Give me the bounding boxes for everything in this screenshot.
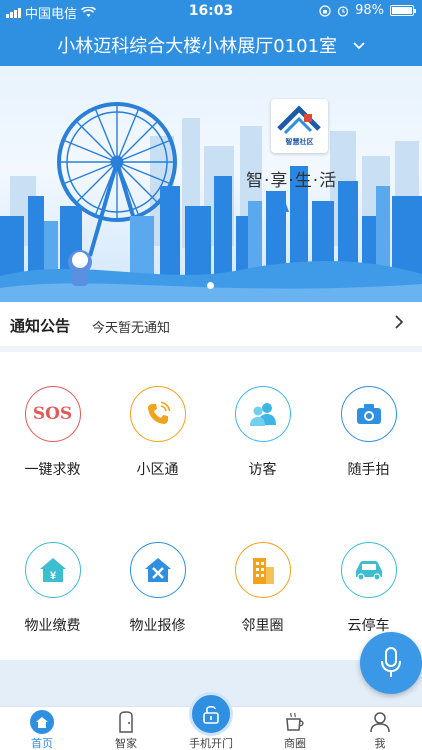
alarm-icon bbox=[337, 5, 349, 17]
notice-bar[interactable]: 通知公告 今天暂无通知 bbox=[0, 302, 422, 346]
home-icon bbox=[30, 710, 54, 734]
promo-banner[interactable]: 智慧社区 智·享·生·活 bbox=[0, 66, 422, 302]
service-community-call[interactable]: 小区通 bbox=[105, 386, 210, 479]
user-icon bbox=[370, 712, 390, 733]
notice-text: 今天暂无通知 bbox=[92, 321, 171, 336]
tab-smart-home[interactable]: 智家 bbox=[84, 709, 168, 750]
service-label: 小区通 bbox=[136, 462, 179, 478]
notice-label: 通知公告 bbox=[10, 317, 71, 335]
house-logo-icon bbox=[277, 105, 321, 135]
community-name: 小林迈科综合大楼小林展厅0101室 bbox=[57, 36, 338, 57]
phone-call-icon bbox=[129, 386, 186, 442]
chevron-right-icon bbox=[394, 314, 404, 334]
microphone-icon bbox=[381, 647, 401, 677]
door-icon bbox=[119, 711, 133, 733]
buildings-icon bbox=[234, 542, 291, 598]
tab-label: 商圈 bbox=[284, 737, 306, 750]
tab-label: 手机开门 bbox=[189, 737, 233, 750]
rotation-lock-icon bbox=[319, 4, 331, 17]
service-label: 物业报修 bbox=[129, 618, 186, 634]
service-label: 邻里圈 bbox=[241, 618, 284, 634]
service-label: 一键求救 bbox=[24, 462, 81, 478]
status-bar: 中国电信 16:03 98% bbox=[0, 0, 422, 22]
open-door-button[interactable] bbox=[189, 692, 233, 736]
service-repair[interactable]: 物业报修 bbox=[105, 542, 210, 635]
service-visitors[interactable]: 访客 bbox=[210, 386, 315, 479]
sos-icon: SOS bbox=[24, 386, 81, 442]
service-snapshot[interactable]: 随手拍 bbox=[316, 386, 421, 479]
service-neighbors[interactable]: 邻里圈 bbox=[210, 542, 315, 635]
battery-icon bbox=[390, 5, 416, 16]
camera-icon bbox=[340, 386, 397, 442]
svg-text:¥: ¥ bbox=[49, 570, 56, 582]
service-grid: SOS 一键求救 小区通 访客 随手拍 ¥ 物业缴费 物业报修 邻里圈 云停车 bbox=[0, 352, 422, 660]
service-label: 物业缴费 bbox=[24, 618, 81, 634]
carousel-indicator[interactable] bbox=[207, 282, 214, 289]
tab-home[interactable]: 首页 bbox=[0, 709, 84, 750]
tab-me[interactable]: 我 bbox=[338, 709, 422, 750]
tab-label: 智家 bbox=[115, 737, 137, 750]
banner-slogan: 智·享·生·活 bbox=[246, 171, 338, 191]
service-label: 云停车 bbox=[347, 618, 390, 634]
top-bar: 中国电信 16:03 98% 小林迈科综合大楼小林展厅0101室 bbox=[0, 0, 422, 66]
coffee-cup-icon bbox=[286, 712, 304, 731]
service-property-fee[interactable]: ¥ 物业缴费 bbox=[0, 542, 105, 635]
city-skyline-illustration bbox=[0, 102, 422, 302]
community-logo: 智慧社区 bbox=[271, 99, 328, 153]
battery-percent: 98% bbox=[355, 3, 384, 18]
chevron-down-icon bbox=[353, 38, 365, 54]
service-sos[interactable]: SOS 一键求救 bbox=[0, 386, 105, 479]
visitors-icon bbox=[234, 386, 291, 442]
tab-label: 首页 bbox=[31, 737, 53, 750]
unlock-icon bbox=[203, 705, 219, 724]
logo-text: 智慧社区 bbox=[285, 138, 314, 146]
service-label: 访客 bbox=[248, 462, 277, 478]
service-cloud-parking[interactable]: 云停车 bbox=[316, 542, 421, 635]
service-label: 随手拍 bbox=[347, 462, 390, 478]
car-icon bbox=[340, 542, 397, 598]
house-yen-icon: ¥ bbox=[24, 542, 81, 598]
house-tools-icon bbox=[129, 542, 186, 598]
community-selector[interactable]: 小林迈科综合大楼小林展厅0101室 bbox=[0, 32, 422, 58]
voice-assistant-button[interactable] bbox=[360, 632, 422, 694]
tab-label: 我 bbox=[374, 737, 386, 750]
tab-business[interactable]: 商圈 bbox=[253, 709, 337, 750]
